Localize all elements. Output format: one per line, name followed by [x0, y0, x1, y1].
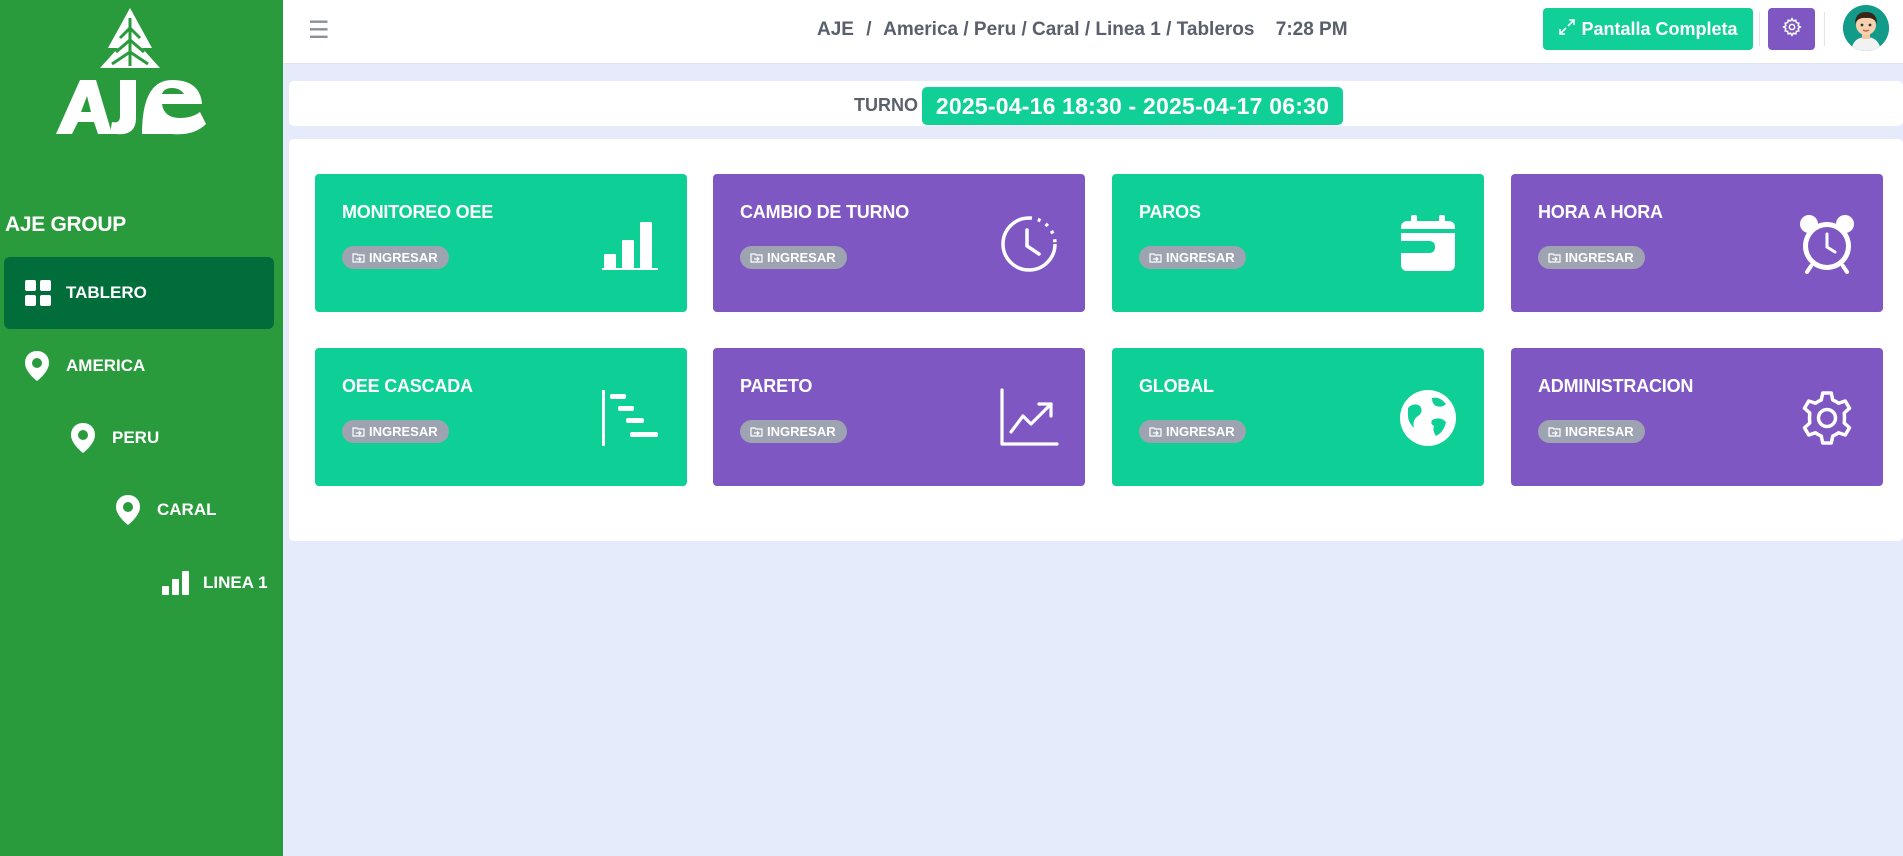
folder-open-icon — [352, 253, 365, 263]
card-title: CAMBIO DE TURNO — [740, 202, 909, 222]
bar-chart-icon — [601, 214, 661, 274]
waterfall-chart-icon — [601, 388, 661, 448]
turno-value: 2025-04-16 18:30 - 2025-04-17 06:30 — [922, 87, 1343, 125]
divider — [1759, 12, 1760, 46]
turno-label: TURNO — [854, 95, 918, 115]
sidebar-item-label: PERU — [112, 428, 160, 447]
sidebar-item-label: LINEA 1 — [203, 573, 268, 592]
sidebar-item-label: AMERICA — [66, 356, 146, 375]
card-title: PARETO — [740, 376, 813, 396]
badge-label: INGRESAR — [1166, 250, 1235, 265]
folder-open-icon — [1548, 253, 1561, 263]
map-pin-icon — [115, 494, 141, 526]
current-time: 7:28 PM — [1275, 19, 1348, 40]
gear-icon — [1781, 16, 1802, 42]
folder-open-icon — [1548, 427, 1561, 437]
card-cambio-de-turno[interactable]: CAMBIO DE TURNO INGRESAR — [713, 174, 1085, 312]
calendar-wallet-icon — [1398, 214, 1458, 274]
breadcrumb-root[interactable]: AJE — [817, 19, 854, 40]
breadcrumb-path: America / Peru / Caral / Linea 1 / Table… — [883, 19, 1255, 40]
dashboard-grid-icon — [24, 279, 52, 307]
ingresar-badge[interactable]: INGRESAR — [1538, 246, 1645, 269]
clock-icon — [999, 214, 1059, 274]
card-pareto[interactable]: PARETO INGRESAR — [713, 348, 1085, 486]
trend-chart-icon — [999, 388, 1059, 448]
hamburger-icon[interactable]: ☰ — [308, 16, 330, 44]
card-title: OEE CASCADA — [342, 376, 473, 396]
ingresar-badge[interactable]: INGRESAR — [1538, 420, 1645, 443]
ingresar-badge[interactable]: INGRESAR — [342, 246, 449, 269]
top-bar: ☰ AJE / America / Peru / Caral / Linea 1… — [283, 0, 1903, 64]
card-hora-a-hora[interactable]: HORA A HORA INGRESAR — [1511, 174, 1883, 312]
breadcrumb-separator: / — [866, 19, 872, 40]
sidebar-item-linea-1[interactable]: LINEA 1 — [161, 570, 268, 596]
card-title: HORA A HORA — [1538, 202, 1663, 222]
folder-open-icon — [352, 427, 365, 437]
expand-arrows-icon — [1558, 18, 1581, 41]
folder-open-icon — [750, 427, 763, 437]
aje-logo[interactable] — [50, 6, 210, 136]
sidebar-item-label: CARAL — [157, 500, 217, 519]
ingresar-badge[interactable]: INGRESAR — [1139, 420, 1246, 443]
settings-button[interactable] — [1768, 8, 1815, 50]
card-title: ADMINISTRACION — [1538, 376, 1694, 396]
sidebar: AJE GROUP TABLERO AMERICA PERU CARAL LIN… — [0, 0, 283, 856]
folder-open-icon — [750, 253, 763, 263]
cog-icon — [1797, 388, 1857, 448]
card-title: GLOBAL — [1139, 376, 1214, 396]
card-title: PAROS — [1139, 202, 1201, 222]
bar-signal-icon — [161, 570, 189, 596]
map-pin-icon — [70, 422, 96, 454]
sidebar-item-tablero[interactable]: TABLERO — [4, 257, 274, 329]
alarm-clock-icon — [1797, 214, 1857, 274]
card-administracion[interactable]: ADMINISTRACION INGRESAR — [1511, 348, 1883, 486]
sidebar-item-label: TABLERO — [66, 283, 147, 302]
card-monitoreo-oee[interactable]: MONITOREO OEE INGRESAR — [315, 174, 687, 312]
ingresar-badge[interactable]: INGRESAR — [342, 420, 449, 443]
user-avatar[interactable] — [1843, 5, 1889, 51]
turno-bar: TURNO 2025-04-16 18:30 - 2025-04-17 06:3… — [289, 81, 1903, 126]
folder-open-icon — [1149, 427, 1162, 437]
ingresar-badge[interactable]: INGRESAR — [740, 420, 847, 443]
ingresar-badge[interactable]: INGRESAR — [740, 246, 847, 269]
card-paros[interactable]: PAROS INGRESAR — [1112, 174, 1484, 312]
badge-label: INGRESAR — [1565, 424, 1634, 439]
sidebar-item-peru[interactable]: PERU — [70, 422, 159, 454]
divider — [1824, 12, 1825, 46]
badge-label: INGRESAR — [369, 424, 438, 439]
group-title: AJE GROUP — [5, 213, 126, 236]
breadcrumb: AJE / America / Peru / Caral / Linea 1 /… — [817, 19, 1348, 41]
card-oee-cascada[interactable]: OEE CASCADA INGRESAR — [315, 348, 687, 486]
sidebar-item-america[interactable]: AMERICA — [24, 350, 145, 382]
badge-label: INGRESAR — [369, 250, 438, 265]
card-title: MONITOREO OEE — [342, 202, 494, 222]
badge-label: INGRESAR — [767, 250, 836, 265]
sidebar-item-caral[interactable]: CARAL — [115, 494, 217, 526]
card-global[interactable]: GLOBAL INGRESAR — [1112, 348, 1484, 486]
globe-icon — [1398, 388, 1458, 448]
dashboard-panel: MONITOREO OEE INGRESAR CAMBIO DE TURNO I… — [289, 139, 1903, 541]
badge-label: INGRESAR — [1166, 424, 1235, 439]
badge-label: INGRESAR — [1565, 250, 1634, 265]
badge-label: INGRESAR — [767, 424, 836, 439]
fullscreen-button[interactable]: Pantalla Completa — [1543, 8, 1753, 50]
map-pin-icon — [24, 350, 50, 382]
folder-open-icon — [1149, 253, 1162, 263]
ingresar-badge[interactable]: INGRESAR — [1139, 246, 1246, 269]
fullscreen-label: Pantalla Completa — [1581, 18, 1738, 39]
